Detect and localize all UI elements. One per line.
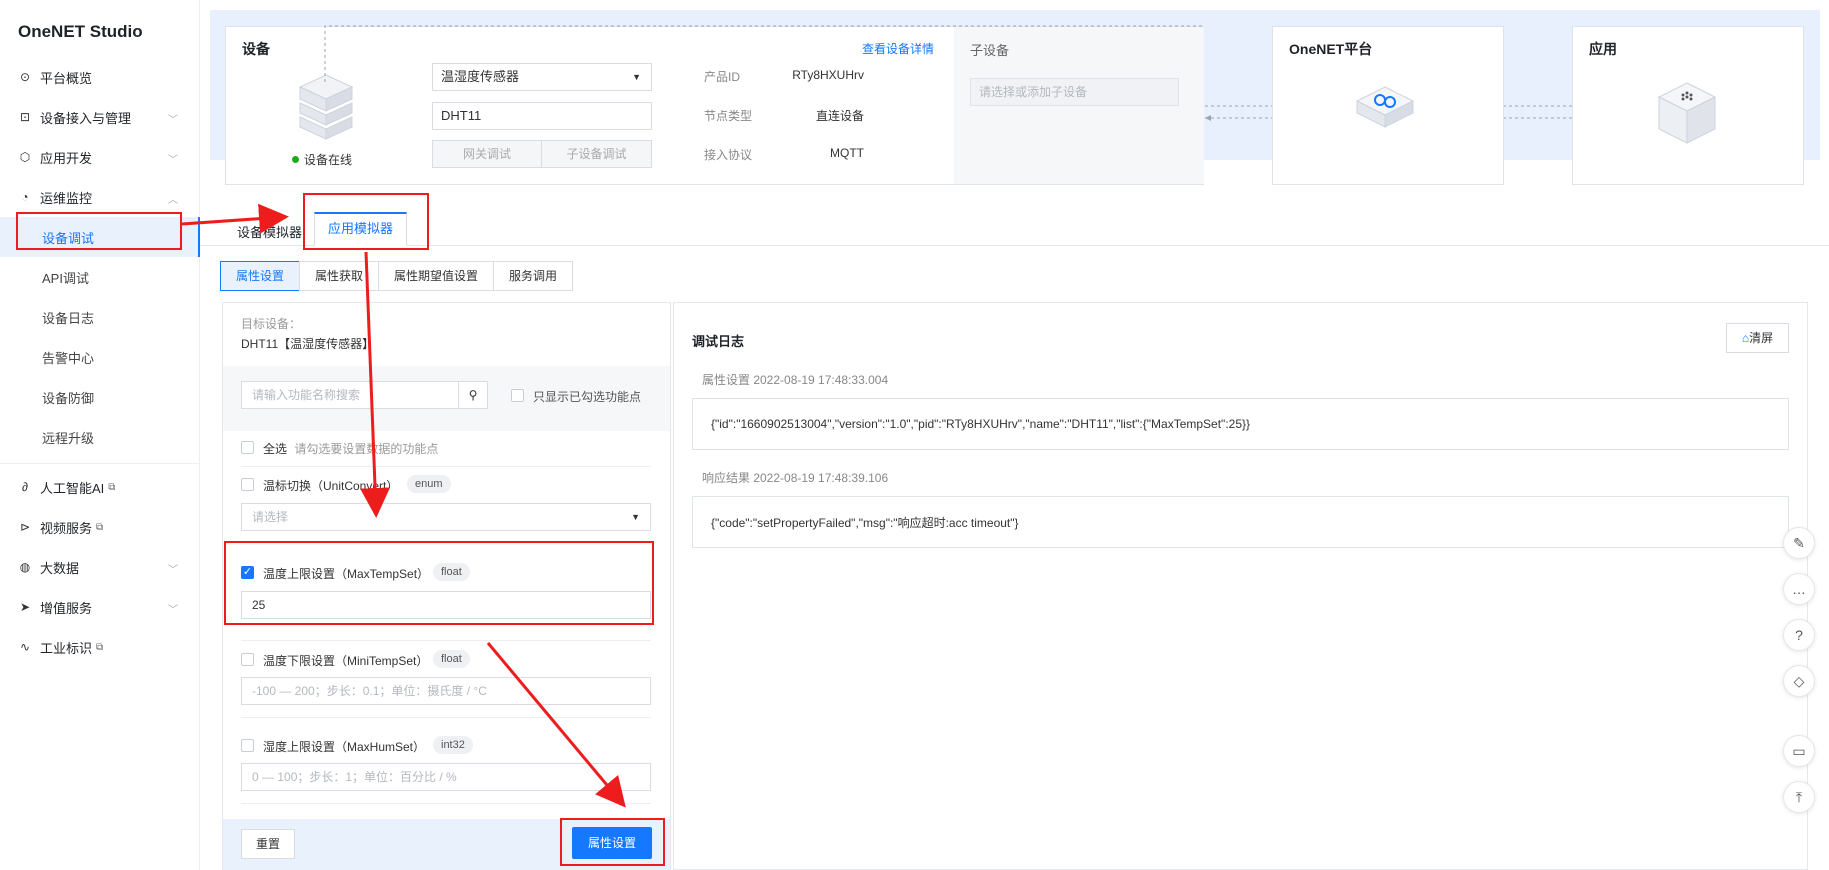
annotation-arrows [181,203,626,808]
